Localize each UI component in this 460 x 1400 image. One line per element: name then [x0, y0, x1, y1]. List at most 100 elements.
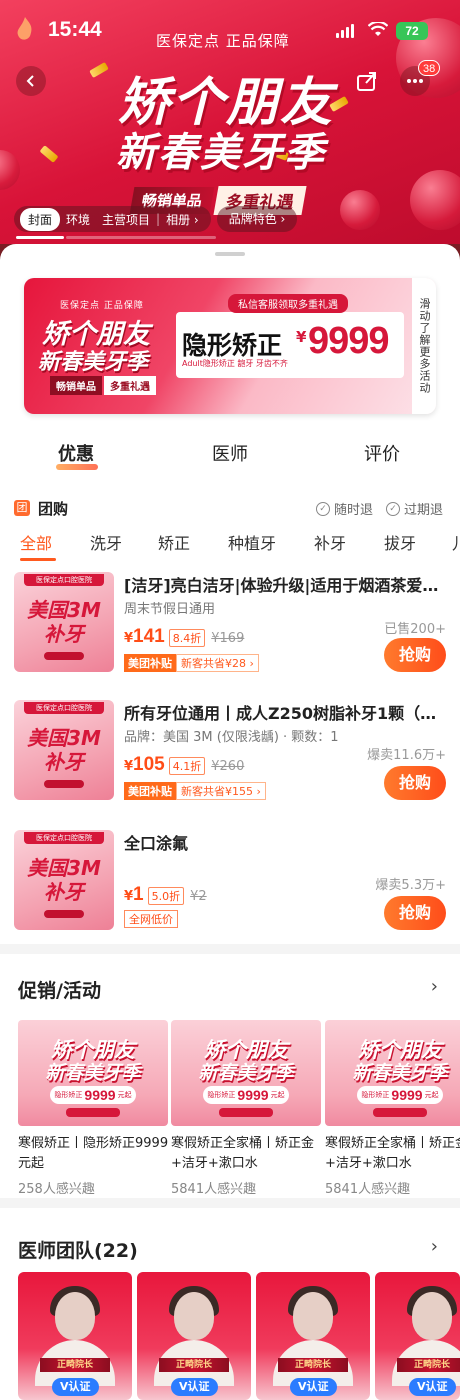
category-tab-extraction[interactable]: 拔牙 [384, 530, 416, 554]
doctor-card[interactable]: 正畸院长 V认证 [256, 1272, 370, 1400]
promotion-card[interactable]: 矫个朋友 新春美牙季 隐形矫正 9999 元起 寒假矫正全家桶丨矫正金+洁牙+漱… [325, 1020, 460, 1197]
category-tab-cleaning[interactable]: 洗牙 [90, 530, 122, 554]
tab-doctors[interactable]: 医师 [212, 440, 248, 466]
deal-subtitle: 周末节假日通用 [124, 602, 216, 617]
buy-button[interactable]: 抢购 [384, 638, 446, 672]
verified-badge: V认证 [409, 1378, 456, 1396]
doctor-title-ribbon: 正畸院长 [159, 1358, 229, 1372]
doctor-title-ribbon: 正畸院长 [278, 1358, 348, 1372]
thumb-top-text: 医保定点口腔医院 [24, 574, 104, 586]
category-tabs: 全部 洗牙 矫正 种植牙 补牙 拔牙 儿 [0, 530, 460, 566]
buy-button[interactable]: 抢购 [384, 896, 446, 930]
deal-price: ¥ 105 4.1折 ¥260 [124, 754, 244, 776]
promo-title-line2: 新春美牙季 [38, 350, 149, 375]
promo-top-note: 私信客服领取多重礼遇 [228, 294, 348, 313]
deal-price: ¥ 1 5.0折 ¥2 [124, 884, 207, 906]
doctors-title: 医师团队(22) [18, 1240, 138, 1262]
price-yen: ¥ [124, 889, 134, 904]
doctor-title-ribbon: 正畸院长 [397, 1358, 460, 1372]
deal-thumbnail: 医保定点口腔医院 美国3M 补牙 [14, 830, 114, 930]
verified-badge: V认证 [171, 1378, 218, 1396]
tab-offers[interactable]: 优惠 [58, 440, 94, 466]
new-customer-tag[interactable]: 新客共省¥155 › [176, 782, 266, 800]
deal-item[interactable]: 医保定点口腔医院 美国3M 补牙 所有牙位通用丨成人Z250树脂补牙1颗（仅限浅… [14, 700, 460, 810]
tab-reviews[interactable]: 评价 [364, 440, 400, 466]
category-tab-filling[interactable]: 补牙 [314, 530, 346, 554]
promo-img-price: 9999 [84, 1087, 116, 1103]
gallery-tab-cover[interactable]: 封面 [20, 207, 61, 231]
check-icon: ✓ [386, 501, 400, 516]
category-tab-all[interactable]: 全部 [20, 530, 52, 554]
drag-handle[interactable] [215, 252, 245, 256]
doctor-card[interactable]: 正畸院长 V认证 [137, 1272, 251, 1400]
chevron-left-icon [26, 75, 34, 87]
deal-item[interactable]: 医保定点口腔医院 美国3M 补牙 全口涂氟 爆卖5.3万+ ¥ 1 5.0折 ¥… [14, 830, 460, 940]
doctor-card[interactable]: 正畸院长 V认证 [18, 1272, 132, 1400]
promotion-image: 矫个朋友 新春美牙季 隐形矫正 9999 元起 [325, 1020, 460, 1126]
flame-logo-icon [17, 17, 32, 40]
category-tab-orthodontics[interactable]: 矫正 [158, 530, 190, 554]
deal-title: [洁牙]亮白洁牙|体验升级|适用于烟酒茶爱好者 [124, 576, 450, 595]
thumb-top-text: 医保定点口腔医院 [24, 702, 104, 714]
doctor-avatar [412, 1292, 452, 1340]
promo-img-unit: 元起 [424, 1091, 439, 1099]
section-divider [0, 1198, 460, 1208]
decor-confetti [89, 62, 109, 78]
promo-tags: 畅销单品 多重礼遇 [50, 376, 156, 395]
promo-img-small: 隐形矫正 [54, 1091, 83, 1099]
promo-sub-note: Adult隐形矫正 龅牙 牙齿不齐 [182, 359, 288, 368]
promotion-name: 寒假矫正全家桶丨矫正金+洁牙+漱口水 [171, 1136, 315, 1171]
promo-side-text[interactable]: 滑动了解更多活动 [412, 278, 436, 414]
doctors-more-arrow[interactable]: › [431, 1236, 438, 1257]
category-tab-kids[interactable]: 儿 [452, 530, 460, 554]
promotion-image: 矫个朋友 新春美牙季 隐形矫正 9999 元起 [18, 1020, 168, 1126]
promo-price: 9999 [308, 320, 390, 362]
group-buy-title: 团购 [38, 500, 69, 518]
signal-icon [336, 24, 354, 38]
deal-tags: 美团补贴 新客共省¥28 › [124, 654, 259, 672]
promo-img-unit: 元起 [270, 1091, 285, 1099]
category-active-underline [20, 558, 56, 561]
gallery-tabs: 封面 环境 主营项目 | 相册 › 品牌特色 › [14, 206, 298, 232]
promo-img-unit: 元起 [117, 1091, 132, 1099]
decor-confetti [39, 145, 59, 163]
thumb-line2: 补牙 [44, 750, 84, 774]
price-value: 105 [133, 754, 165, 775]
gallery-tab-projects[interactable]: 主营项目 [96, 211, 156, 228]
price-yen: ¥ [124, 759, 134, 774]
doctor-avatar [55, 1292, 95, 1340]
category-tab-implant[interactable]: 种植牙 [228, 530, 276, 554]
price-value: 141 [133, 626, 165, 647]
promotion-card[interactable]: 矫个朋友 新春美牙季 隐形矫正 9999 元起 寒假矫正丨隐形矫正9999元起 … [18, 1020, 170, 1197]
promotion-interest: 5841人感兴趣 [171, 1182, 257, 1197]
buy-button[interactable]: 抢购 [384, 766, 446, 800]
lowest-price-tag: 全网低价 [124, 910, 178, 928]
deal-sold: 已售200+ [384, 622, 446, 637]
promotions-more-arrow[interactable]: › [431, 976, 438, 997]
promo-img-line2: 新春美牙季 [198, 1062, 294, 1084]
promo-img-price: 9999 [391, 1087, 423, 1103]
gallery-tab-environment[interactable]: 环境 [60, 211, 96, 228]
promo-img-button [373, 1108, 427, 1117]
promotions-title: 促销/活动 [18, 980, 101, 1002]
back-button[interactable] [16, 66, 46, 96]
promo-img-price: 9999 [237, 1087, 269, 1103]
perk-label: 随时退 [334, 503, 374, 518]
brand-feature-button[interactable]: 品牌特色 › [216, 206, 298, 232]
new-customer-tag[interactable]: 新客共省¥28 › [176, 654, 259, 672]
deal-item[interactable]: 医保定点口腔医院 美国3M 补牙 [洁牙]亮白洁牙|体验升级|适用于烟酒茶爱好者… [14, 572, 460, 682]
deal-tags: 美团补贴 新客共省¥155 › [124, 782, 266, 800]
promo-yen: ¥ [296, 328, 307, 346]
subsidy-tag: 美团补贴 [124, 782, 176, 800]
original-price: ¥260 [211, 759, 245, 774]
promotion-card[interactable]: 矫个朋友 新春美牙季 隐形矫正 9999 元起 寒假矫正全家桶丨矫正金+洁牙+漱… [171, 1020, 323, 1197]
perk-refund-anytime: ✓ 随时退 [316, 499, 373, 518]
share-button[interactable] [352, 66, 382, 96]
gallery-tab-album[interactable]: 相册 › [160, 211, 205, 228]
doctor-card[interactable]: 正畸院长 V认证 [375, 1272, 460, 1400]
deal-sold: 爆卖11.6万+ [367, 748, 446, 763]
doctor-avatar [174, 1292, 214, 1340]
discount-badge: 4.1折 [168, 757, 206, 775]
thumb-button [44, 652, 84, 660]
promo-banner[interactable]: 医保定点 正品保障 矫个朋友 新春美牙季 畅销单品 多重礼遇 私信客服领取多重礼… [24, 278, 436, 414]
